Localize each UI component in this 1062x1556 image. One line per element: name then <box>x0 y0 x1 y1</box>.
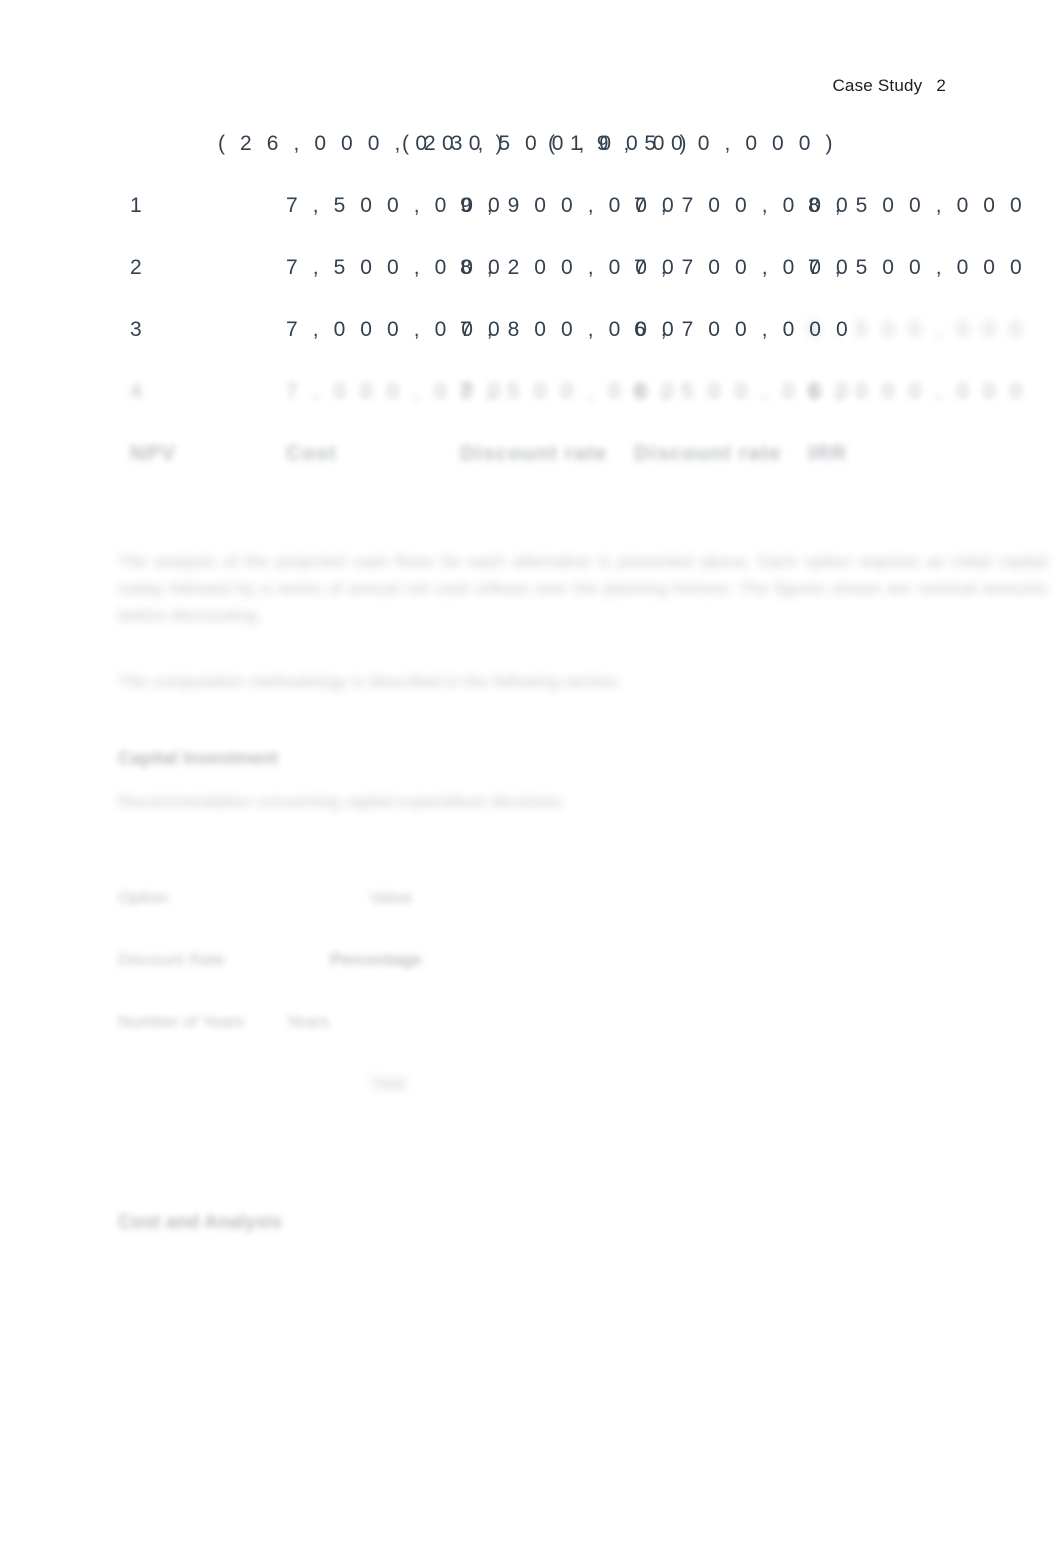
body-paragraph: The computation methodology is described… <box>118 672 623 691</box>
cash-flow-table: ( 2 6 , 0 0 0 , 0 0 0 ) ( 2 3 , 5 0 0 , … <box>118 132 1022 504</box>
header-title: Case Study <box>832 76 923 95</box>
cell-value: 8 , 5 0 0 , 0 0 0 <box>808 194 1027 217</box>
section-subtext: Recommendation concerning capital expend… <box>118 792 563 811</box>
detail-row: Discount Rate Percentage <box>118 950 638 980</box>
total-row-index: NPV <box>130 442 177 465</box>
detail-row: Option Value <box>118 888 638 918</box>
total-row-value: Discount rate <box>634 442 782 465</box>
cell-value: 6 , 5 0 0 , 0 0 0 <box>808 318 1027 341</box>
detail-label: Discount Rate <box>118 950 225 969</box>
section-heading: Cost and Analysis <box>118 1212 283 1233</box>
table-row: 3 7 , 0 0 0 , 0 0 0 7 , 8 0 0 , 0 0 0 6 … <box>118 318 1022 380</box>
detail-row: Total <box>118 1074 638 1104</box>
section-heading: Capital Investment <box>118 748 279 768</box>
table-row: 4 7 , 0 0 0 , 0 0 0 7 , 5 0 0 , 0 0 0 6 … <box>118 380 1022 442</box>
detail-value: Value <box>370 888 413 907</box>
table-total-row: NPV Cost Discount rate Discount rate IRR <box>118 442 998 504</box>
detail-row: Number of Years Years <box>118 1012 638 1042</box>
detail-label: Option <box>118 888 169 907</box>
table-row: 1 7 , 5 0 0 , 0 0 0 9 , 9 0 0 , 0 0 0 7 … <box>118 194 1022 256</box>
table-row: ( 2 6 , 0 0 0 , 0 0 0 ) ( 2 3 , 5 0 0 , … <box>118 132 998 194</box>
cell-value: 7 , 5 0 0 , 0 0 0 <box>808 256 1027 279</box>
detail-label: Number of Years <box>118 1012 245 1031</box>
table-row: 2 7 , 5 0 0 , 0 0 0 8 , 2 0 0 , 0 0 0 7 … <box>118 256 1022 318</box>
detail-value: Years <box>286 1012 329 1031</box>
row-index: 3 <box>130 318 142 341</box>
row-index: 2 <box>130 256 142 279</box>
cell-value: 6 , 0 0 0 , 0 0 0 <box>808 380 1027 403</box>
body-paragraph: The analysis of the projected cash flows… <box>118 552 1053 625</box>
initial-outlay-option-c: ( 1 9 , 5 0 0 , 0 0 0 ) <box>548 132 838 155</box>
detail-value: Percentage <box>330 950 422 969</box>
row-index: 1 <box>130 194 142 217</box>
total-row-value: IRR <box>808 442 848 465</box>
document-page: Case Study 2 ( 2 6 , 0 0 0 , 0 0 0 ) ( 2 … <box>0 0 1062 1556</box>
total-row-label: Cost <box>286 442 337 465</box>
detail-value: Total <box>370 1074 406 1093</box>
header-page-number: 2 <box>936 76 946 95</box>
page-header: Case Study 2 <box>813 56 946 116</box>
row-index: 4 <box>130 380 142 403</box>
total-row-value: Discount rate <box>460 442 608 465</box>
